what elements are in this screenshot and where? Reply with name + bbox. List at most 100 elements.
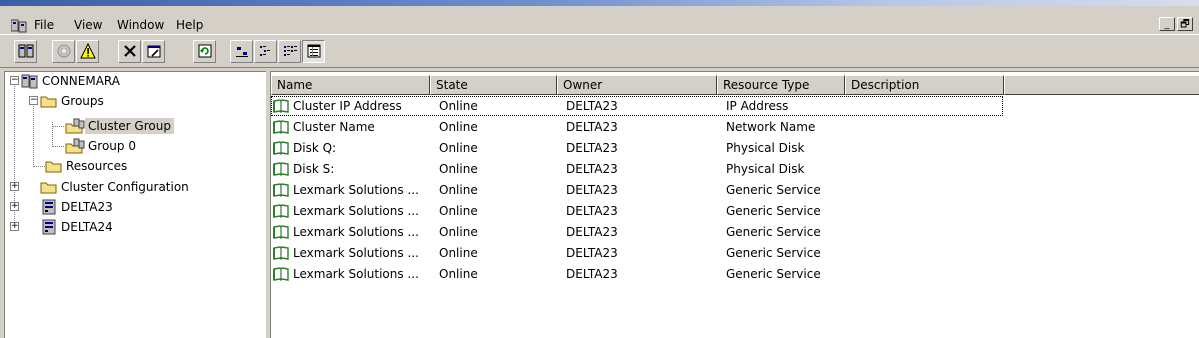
tree-line — [52, 126, 64, 127]
cell-owner: DELTA23 — [566, 267, 618, 281]
column-header-state[interactable]: State — [430, 75, 557, 95]
refresh-icon — [198, 44, 211, 58]
tree-node-group-0[interactable]: Group 0 — [65, 137, 139, 155]
resource-row[interactable]: Cluster Name Online DELTA23 Network Name — [271, 117, 1199, 138]
cell-state: Online — [439, 246, 478, 260]
minimize-button[interactable]: _ — [1159, 17, 1175, 31]
column-header-name[interactable]: Name — [271, 75, 430, 95]
tree-node-label: DELTA24 — [61, 220, 113, 234]
cell-name: Cluster Name — [293, 120, 375, 134]
resource-icon — [273, 267, 289, 281]
cell-owner: DELTA23 — [566, 99, 618, 113]
column-header-owner[interactable]: Owner — [557, 75, 717, 95]
cell-state: Online — [439, 141, 478, 155]
server-icon — [42, 219, 56, 235]
tree-node-delta23[interactable]: DELTA23 — [40, 198, 116, 216]
menu-window[interactable]: Window — [117, 18, 164, 33]
resource-row[interactable]: Lexmark Solutions ... Online DELTA23 Generi… — [271, 180, 1199, 201]
mdi-window-controls: _ 🗗 — [1159, 17, 1193, 31]
cell-name: Lexmark Solutions ... — [293, 267, 419, 281]
cell-state: Online — [439, 120, 478, 134]
tree-node-resources[interactable]: Resources — [45, 157, 130, 175]
toolbar-group-edit — [118, 38, 166, 64]
tree-line — [33, 166, 45, 167]
resource-row[interactable]: Lexmark Solutions ... Online DELTA23 Generi… — [271, 222, 1199, 243]
column-header-filler — [1004, 75, 1199, 95]
large-icons-view-icon — [235, 47, 248, 57]
cell-name: Disk S: — [293, 162, 335, 176]
tree-node-label: Cluster Group — [85, 118, 174, 134]
tree-expander[interactable]: + — [10, 222, 19, 231]
resource-icon — [273, 183, 289, 197]
folder-icon — [45, 161, 62, 173]
cell-name: Lexmark Solutions ... — [293, 225, 419, 239]
resource-row[interactable]: Cluster IP Address Online DELTA23 IP Addres… — [271, 96, 1199, 117]
resource-icon — [273, 162, 289, 176]
details-view-button[interactable] — [302, 39, 325, 63]
cell-owner: DELTA23 — [566, 183, 618, 197]
resource-row[interactable]: Lexmark Solutions ... Online DELTA23 Generi… — [271, 264, 1199, 285]
cell-name: Cluster IP Address — [293, 99, 402, 113]
bring-online-icon — [57, 44, 70, 58]
cell-type: Generic Service — [726, 225, 821, 239]
tree-line — [52, 146, 64, 147]
resource-list[interactable]: Name State Owner Resource Type Descripti… — [270, 71, 1199, 338]
menu-help[interactable]: Help — [176, 18, 203, 33]
cell-owner: DELTA23 — [566, 141, 618, 155]
resource-row[interactable]: Disk S: Online DELTA23 Physical Disk — [271, 159, 1199, 180]
menu-view[interactable]: View — [74, 18, 102, 33]
cluster-tree[interactable]: − CONNEMARA − Groups Cluster Group Group… — [4, 71, 266, 338]
column-header-description[interactable]: Description — [845, 75, 1004, 95]
refresh-button[interactable] — [193, 39, 216, 63]
delete-button[interactable] — [118, 39, 141, 63]
tree-node-label: Resources — [66, 159, 128, 173]
menu-file[interactable]: File — [34, 18, 54, 33]
cell-state: Online — [439, 225, 478, 239]
tree-node-delta24[interactable]: DELTA24 — [40, 218, 116, 236]
cluster-icon — [21, 74, 38, 89]
restore-button[interactable]: 🗗 — [1177, 17, 1193, 31]
folder-icon — [40, 182, 57, 194]
list-view-button[interactable] — [278, 39, 301, 63]
cell-type: Physical Disk — [726, 141, 805, 155]
server-icon — [42, 199, 56, 215]
bring-online-button[interactable] — [52, 39, 75, 63]
cell-owner: DELTA23 — [566, 246, 618, 260]
tree-node-connemara[interactable]: CONNEMARA — [21, 72, 123, 90]
resource-row[interactable]: Disk Q: Online DELTA23 Physical Disk — [271, 138, 1199, 159]
warning-icon — [79, 43, 96, 59]
toolbar-group-state — [52, 38, 100, 64]
small-icons-view-icon — [259, 46, 270, 56]
tree-node-groups[interactable]: Groups — [40, 92, 107, 110]
details-view-icon — [307, 44, 320, 58]
cell-type: Network Name — [726, 120, 816, 134]
tree-node-label: Cluster Configuration — [61, 180, 189, 194]
toolbar-group-refresh — [193, 38, 217, 64]
large-icons-view-button[interactable] — [230, 39, 253, 63]
tree-expander[interactable]: − — [29, 96, 38, 105]
resource-row[interactable]: Lexmark Solutions ... Online DELTA23 Generi… — [271, 201, 1199, 222]
tree-node-cluster-configuration[interactable]: Cluster Configuration — [40, 178, 192, 196]
tree-node-cluster-group[interactable]: Cluster Group — [65, 117, 174, 135]
cell-type: Generic Service — [726, 183, 821, 197]
properties-button[interactable] — [142, 39, 165, 63]
small-icons-view-button[interactable] — [254, 39, 277, 63]
cell-state: Online — [439, 183, 478, 197]
tree-expander[interactable]: + — [10, 202, 19, 211]
app-cluster-icon[interactable] — [11, 19, 27, 33]
column-header-resource-type[interactable]: Resource Type — [717, 75, 845, 95]
open-connection-button[interactable] — [14, 39, 37, 63]
folder-icon — [40, 96, 57, 108]
resource-icon — [273, 120, 289, 134]
cell-state: Online — [439, 204, 478, 218]
cell-type: Physical Disk — [726, 162, 805, 176]
menu-bar: File View Window Help _ 🗗 — [0, 6, 1199, 34]
take-offline-button[interactable] — [76, 39, 99, 63]
resource-row[interactable]: Lexmark Solutions ... Online DELTA23 Generi… — [271, 243, 1199, 264]
properties-icon — [147, 45, 160, 58]
tree-expander[interactable]: + — [10, 182, 19, 191]
tree-expander[interactable]: − — [10, 76, 19, 85]
group-icon — [65, 138, 85, 154]
tree-node-label: CONNEMARA — [42, 74, 120, 88]
cell-owner: DELTA23 — [566, 225, 618, 239]
